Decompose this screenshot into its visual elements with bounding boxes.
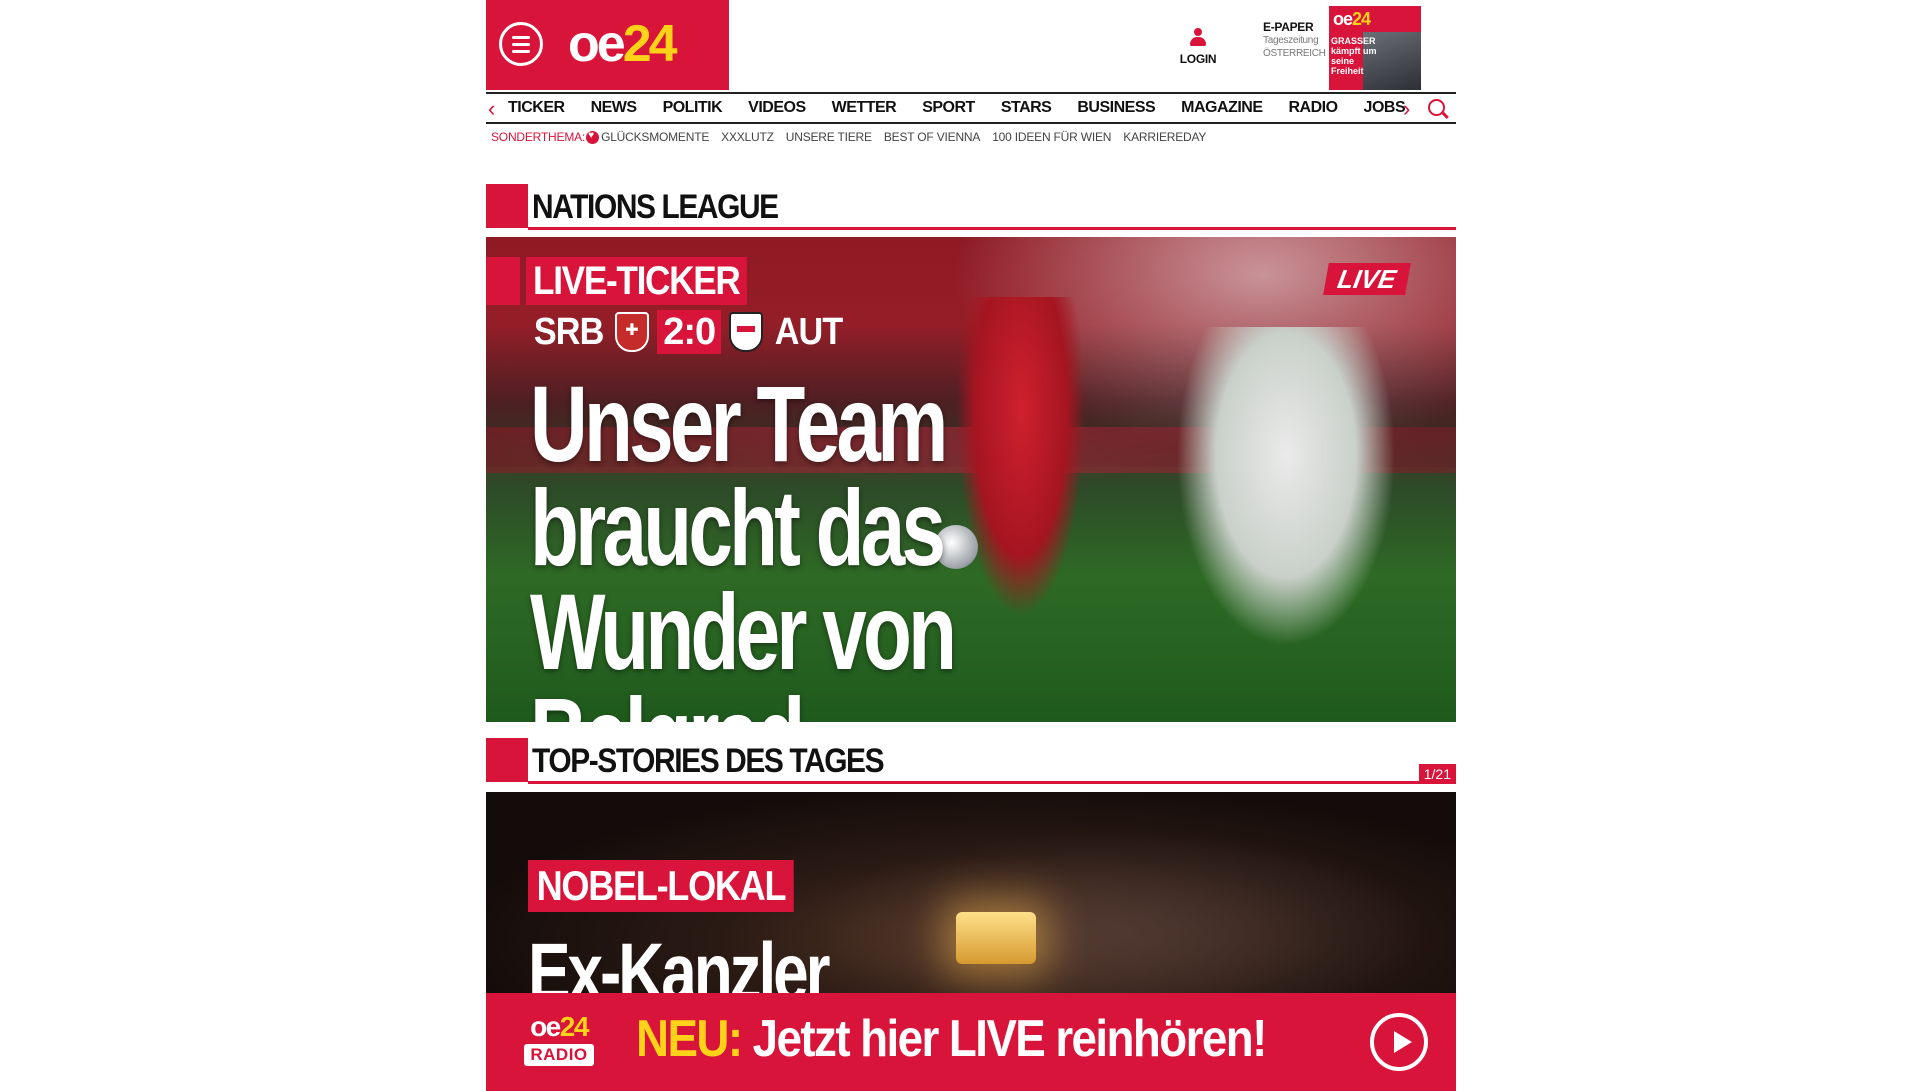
nav-item-business[interactable]: BUSINESS (1077, 94, 1155, 122)
nav-items: TICKER NEWS POLITIK VIDEOS WETTER SPORT … (508, 94, 1431, 122)
oe24-logo[interactable]: oe24 (568, 14, 678, 74)
main-navigation: ‹ TICKER NEWS POLITIK VIDEOS WETTER SPOR… (486, 92, 1456, 124)
story-photo-lamp (956, 912, 1036, 964)
subnav-item-karriereday[interactable]: KARRIEREDAY (1123, 130, 1206, 144)
radio-banner-message: Jetzt hier LIVE reinhören! (741, 1010, 1268, 1068)
logo-24: 24 (622, 15, 678, 73)
brand-bar: oe24 (486, 0, 729, 90)
epaper-link[interactable]: E-PAPER Tageszeitung ÖSTERREICH (1263, 20, 1329, 60)
hero-headline[interactable]: Unser Team braucht das Wunder von Belgra… (530, 363, 1048, 723)
radio-banner[interactable]: oe24 RADIO NEU: Jetzt hier LIVE reinhöre… (486, 993, 1456, 1091)
subnav: SONDERTHEMA: GLÜCKSMOMENTE XXXLUTZ UNSER… (491, 130, 1218, 145)
play-icon[interactable] (1370, 1013, 1428, 1071)
user-icon (1190, 28, 1206, 46)
top-story-article[interactable]: NOBEL-LOKAL Ex-Kanzler (486, 792, 1456, 1002)
serbia-crest-icon (615, 312, 650, 352)
section-title-top-stories: TOP-STORIES DES TAGES 1/21 (486, 738, 1456, 784)
menu-line (512, 36, 530, 39)
section-title-nations-league: NATIONS LEAGUE (486, 184, 1456, 230)
nav-item-radio[interactable]: RADIO (1288, 94, 1338, 122)
section-title-text: NATIONS LEAGUE (532, 188, 779, 226)
login-button[interactable]: LOGIN (1170, 28, 1226, 66)
story-tag: NOBEL-LOKAL (528, 860, 794, 912)
menu-line (512, 50, 530, 53)
epaper-cover-logo: oe24 (1333, 9, 1371, 29)
live-badge: LIVE (1323, 263, 1411, 295)
nav-item-wetter[interactable]: WETTER (832, 94, 897, 122)
section-title-text: TOP-STORIES DES TAGES (532, 742, 885, 780)
subnav-item-gluecksmomente[interactable]: GLÜCKSMOMENTE (601, 130, 709, 144)
nav-item-sport[interactable]: SPORT (922, 94, 975, 122)
hero-headline-line: braucht das (530, 467, 946, 588)
oe24-radio-logo: oe24 RADIO (514, 1013, 604, 1066)
nav-item-ticker[interactable]: TICKER (508, 94, 565, 122)
hero-headline-line: Unser Team (530, 363, 948, 484)
team-home: SRB (533, 310, 604, 353)
nav-item-news[interactable]: NEWS (591, 94, 638, 122)
nav-scroll-right-icon[interactable]: › (1403, 95, 1410, 123)
epaper-subtitle: Tageszeitung (1263, 35, 1319, 46)
nav-item-jobs[interactable]: JOBS (1364, 94, 1406, 122)
hero-article[interactable]: LIVE-TICKER LIVE SRB 2:0 AUT Unser Team … (486, 237, 1456, 722)
subnav-item-best-of-vienna[interactable]: BEST OF VIENNA (884, 130, 981, 144)
section-accent (486, 738, 528, 782)
nav-item-magazine[interactable]: MAGAZINE (1181, 94, 1263, 122)
story-counter: 1/21 (1418, 764, 1456, 784)
story-headline: Ex-Kanzler (528, 927, 831, 1002)
hamburger-menu-button[interactable] (499, 22, 543, 66)
radio-logo-tag: RADIO (524, 1044, 594, 1066)
radio-banner-text: NEU: Jetzt hier LIVE reinhören! (636, 1009, 1268, 1069)
section-rule (528, 781, 1456, 784)
nav-item-stars[interactable]: STARS (1001, 94, 1052, 122)
scoreboard: SRB 2:0 AUT (530, 309, 846, 355)
section-accent (486, 184, 528, 228)
epaper-title: E-PAPER (1263, 20, 1314, 34)
austria-crest-icon (729, 312, 764, 352)
nav-item-politik[interactable]: POLITIK (663, 94, 723, 122)
nav-scroll-left-icon[interactable]: ‹ (488, 95, 495, 123)
epaper-cover-thumbnail[interactable]: oe24 GRASSER kämpft um seine Freiheit (1329, 6, 1421, 90)
nav-item-videos[interactable]: VIDEOS (748, 94, 806, 122)
login-label: LOGIN (1179, 52, 1217, 66)
menu-line (512, 43, 530, 46)
search-icon[interactable] (1428, 99, 1445, 116)
logo-oe: oe (568, 15, 626, 73)
score: 2:0 (657, 310, 722, 354)
hero-headline-line: Wunder von Belgrad (530, 571, 957, 723)
subnav-item-xxxlutz[interactable]: XXXLUTZ (721, 130, 774, 144)
section-rule (528, 227, 1456, 230)
subnav-item-unsere-tiere[interactable]: UNSERE TIERE (786, 130, 872, 144)
hero-tag: LIVE-TICKER (526, 257, 747, 305)
subnav-label: SONDERTHEMA: (491, 130, 586, 144)
epaper-subtitle-2: ÖSTERREICH (1263, 48, 1326, 59)
radio-banner-accent: NEU: (636, 1010, 743, 1068)
team-away: AUT (774, 310, 843, 353)
page: oe24 LOGIN E-PAPER Tageszeitung ÖSTERREI… (486, 0, 1456, 1091)
epaper-cover-headline: GRASSER kämpft um seine Freiheit (1331, 36, 1377, 76)
heart-icon (586, 130, 600, 144)
subnav-item-100-ideen[interactable]: 100 IDEEN FÜR WIEN (992, 130, 1111, 144)
hero-player-austria (1176, 327, 1396, 647)
hero-tag-accent (486, 257, 520, 305)
story-photo-crowd (786, 822, 1456, 1002)
